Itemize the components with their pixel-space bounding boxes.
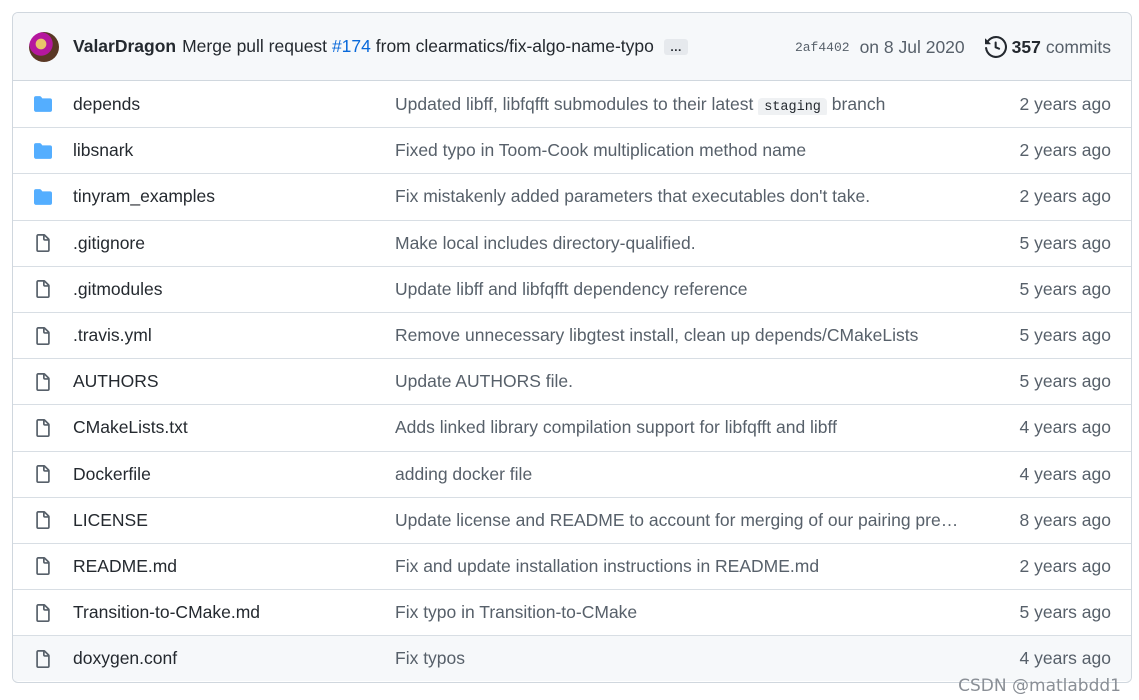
commit-message-link[interactable]: Remove unnecessary libgtest install, cle…	[395, 325, 918, 346]
file-icon	[33, 279, 53, 299]
commit-message-link[interactable]: Make local includes directory-qualified.	[395, 233, 696, 254]
commit-sha[interactable]: 2af4402	[795, 40, 850, 55]
file-list-box: ValarDragon Merge pull request #174 from…	[12, 12, 1132, 683]
file-icon	[33, 372, 53, 392]
commit-message-link[interactable]: Update libff and libfqfft dependency ref…	[395, 279, 748, 300]
commit-age: 5 years ago	[1019, 325, 1111, 346]
file-row: CMakeLists.txt Adds linked library compil…	[13, 404, 1131, 450]
file-name-link[interactable]: README.md	[73, 556, 177, 577]
commit-age: 2 years ago	[1019, 555, 1111, 576]
commit-message-text: branch	[831, 93, 886, 114]
commit-age: 2 years ago	[1019, 186, 1111, 207]
file-rows: depends Updated libff, libfqfft submodule…	[13, 81, 1131, 682]
watermark: CSDN @matlabdd1	[958, 676, 1121, 696]
file-row: .gitignore Make local includes directory-…	[13, 219, 1131, 266]
commit-date: on 8 Jul 2020	[859, 36, 965, 57]
commit-age: 2 years ago	[1019, 93, 1111, 114]
file-icon	[33, 418, 53, 438]
commit-message-link[interactable]: Fix and update installation instructions…	[395, 556, 819, 577]
file-row: libsnark Fixed typo in Toom-Cook multipli…	[13, 127, 1131, 173]
commit-age: 2 years ago	[1019, 140, 1111, 161]
file-row: Transition-to-CMake.md Fix typo in Transi…	[13, 589, 1131, 635]
commit-count[interactable]: 357	[1012, 37, 1041, 58]
commit-age: 5 years ago	[1019, 602, 1111, 623]
author-avatar[interactable]	[29, 31, 59, 62]
file-name-link[interactable]: Transition-to-CMake.md	[73, 602, 260, 623]
commit-message-link[interactable]: Fixed typo in Toom-Cook multiplication m…	[395, 140, 806, 161]
commit-age: 5 years ago	[1019, 232, 1111, 253]
commit-message-suffix[interactable]: from clearmatics/fix-algo-name-typo	[376, 36, 654, 57]
file-row: Dockerfile adding docker file 4 years ago	[13, 450, 1131, 497]
file-icon	[33, 510, 53, 530]
folder-icon	[33, 94, 53, 114]
file-icon	[33, 464, 53, 484]
file-name-link[interactable]: .gitignore	[73, 233, 145, 254]
file-name-link[interactable]: tinyram_examples	[73, 186, 215, 207]
history-icon[interactable]	[984, 36, 1007, 58]
file-icon	[33, 326, 53, 346]
file-row: tinyram_examples Fix mistakenly added par…	[13, 173, 1131, 219]
file-row: README.md Fix and update installation ins…	[13, 542, 1131, 589]
commit-message-link[interactable]: Update AUTHORS file.	[395, 371, 573, 392]
file-row: .gitmodules Update libff and libfqfft dep…	[13, 265, 1131, 312]
commit-age: 5 years ago	[1019, 278, 1111, 299]
file-icon	[33, 233, 53, 253]
file-name-link[interactable]: doxygen.conf	[73, 648, 177, 669]
commit-message-prefix[interactable]: Merge pull request	[182, 36, 327, 57]
file-icon	[33, 649, 53, 669]
file-name-link[interactable]: .travis.yml	[73, 325, 152, 346]
file-row: .travis.yml Remove unnecessary libgtest i…	[13, 311, 1131, 358]
commit-age: 4 years ago	[1019, 463, 1111, 484]
file-row: doxygen.conf Fix typos 4 years ago	[13, 635, 1131, 682]
commit-author[interactable]: ValarDragon	[73, 36, 176, 57]
folder-icon	[33, 187, 53, 207]
commits-label[interactable]: commits	[1046, 37, 1111, 58]
commit-age: 5 years ago	[1019, 371, 1111, 392]
commit-message-link[interactable]: Update license and README to account for…	[395, 510, 965, 531]
file-name-link[interactable]: AUTHORS	[73, 371, 159, 392]
file-name-link[interactable]: .gitmodules	[73, 279, 163, 300]
file-row: AUTHORS Update AUTHORS file. 5 years ago	[13, 358, 1131, 404]
file-name-link[interactable]: CMakeLists.txt	[73, 417, 188, 438]
commit-message-link[interactable]: Fix mistakenly added parameters that exe…	[395, 186, 870, 207]
commit-message-text: Updated libff, libfqfft submodules to th…	[395, 93, 754, 114]
expand-message-button[interactable]: …	[663, 38, 688, 55]
file-icon	[33, 603, 53, 623]
file-name-link[interactable]: LICENSE	[73, 510, 148, 531]
commit-message-link[interactable]: Adds linked library compilation support …	[395, 417, 837, 438]
branch-code: staging	[758, 97, 827, 115]
commit-message-link[interactable]: Updated libff, libfqfft submodules to th…	[395, 94, 885, 115]
file-row: LICENSE Update license and README to acco…	[13, 496, 1131, 543]
commit-age: 8 years ago	[1019, 509, 1111, 530]
commit-message-link[interactable]: Fix typo in Transition-to-CMake	[395, 602, 637, 623]
commit-age: 4 years ago	[1019, 417, 1111, 438]
commit-message-link[interactable]: Fix typos	[395, 648, 465, 669]
commit-message-link[interactable]: adding docker file	[395, 464, 532, 485]
file-name-link[interactable]: Dockerfile	[73, 464, 151, 485]
commit-age: 4 years ago	[1019, 648, 1111, 669]
commit-meta: 2af4402 on 8 Jul 2020 357 commits	[795, 13, 1111, 81]
file-icon	[33, 556, 53, 576]
file-name-link[interactable]: depends	[73, 94, 140, 115]
pull-request-link[interactable]: #174	[332, 36, 371, 57]
folder-icon	[33, 141, 53, 161]
file-row: depends Updated libff, libfqfft submodule…	[13, 81, 1131, 127]
file-name-link[interactable]: libsnark	[73, 140, 133, 161]
latest-commit-bar: ValarDragon Merge pull request #174 from…	[13, 13, 1131, 81]
